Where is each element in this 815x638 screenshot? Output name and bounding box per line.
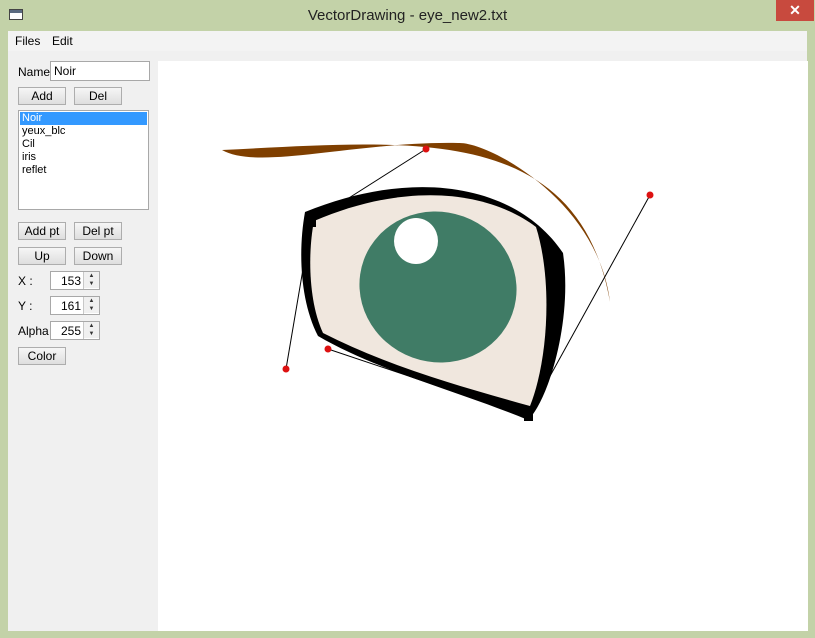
list-item[interactable]: Cil [20, 138, 147, 151]
alpha-spinner[interactable]: 255 ▲ ▼ [50, 321, 100, 340]
spin-arrows: ▲ ▼ [83, 297, 99, 314]
down-button[interactable]: Down [74, 247, 122, 265]
x-label: X : [18, 274, 33, 288]
anchor-point[interactable] [307, 218, 316, 227]
spin-down-icon[interactable]: ▼ [84, 330, 99, 338]
up-button[interactable]: Up [18, 247, 66, 265]
title-bar[interactable]: VectorDrawing - eye_new2.txt ✕ [0, 0, 815, 31]
control-point[interactable] [324, 345, 332, 353]
list-item[interactable]: yeux_blc [20, 125, 147, 138]
spin-down-icon[interactable]: ▼ [84, 305, 99, 313]
control-point[interactable] [646, 191, 654, 199]
window-title: VectorDrawing - eye_new2.txt [307, 7, 508, 24]
spin-arrows: ▲ ▼ [83, 272, 99, 289]
y-spinner[interactable]: 161 ▲ ▼ [50, 296, 100, 315]
spin-arrows: ▲ ▼ [83, 322, 99, 339]
spin-down-icon[interactable]: ▼ [84, 280, 99, 288]
app-window: VectorDrawing - eye_new2.txt ✕ Files Edi… [0, 0, 815, 638]
menu-edit[interactable]: Edit [52, 34, 73, 48]
control-point[interactable] [282, 365, 290, 373]
control-point[interactable] [422, 145, 430, 153]
del-button[interactable]: Del [74, 87, 122, 105]
drawing-canvas[interactable] [158, 61, 808, 631]
menu-files[interactable]: Files [15, 34, 40, 48]
y-label: Y : [18, 299, 33, 313]
close-button[interactable]: ✕ [776, 0, 814, 21]
x-value: 153 [60, 274, 81, 288]
x-spinner[interactable]: 153 ▲ ▼ [50, 271, 100, 290]
client-area: Name Noir Add Del Noir yeux_blc Cil iris… [8, 51, 808, 631]
list-item[interactable]: reflet [20, 164, 147, 177]
drawing-svg [222, 142, 654, 421]
reflet-shape [394, 218, 438, 264]
add-button[interactable]: Add [18, 87, 66, 105]
del-pt-button[interactable]: Del pt [74, 222, 122, 240]
layer-list[interactable]: Noir yeux_blc Cil iris reflet [18, 110, 149, 210]
color-button[interactable]: Color [18, 347, 66, 365]
list-item[interactable]: Noir [20, 112, 147, 125]
name-field[interactable]: Noir [50, 61, 150, 81]
alpha-value: 255 [60, 324, 81, 338]
list-item[interactable]: iris [20, 151, 147, 164]
add-pt-button[interactable]: Add pt [18, 222, 66, 240]
menu-bar: Files Edit [8, 31, 807, 52]
anchor-point[interactable] [524, 412, 533, 421]
alpha-label: Alpha [18, 324, 49, 338]
y-value: 161 [60, 299, 81, 313]
name-label: Name [18, 65, 51, 79]
